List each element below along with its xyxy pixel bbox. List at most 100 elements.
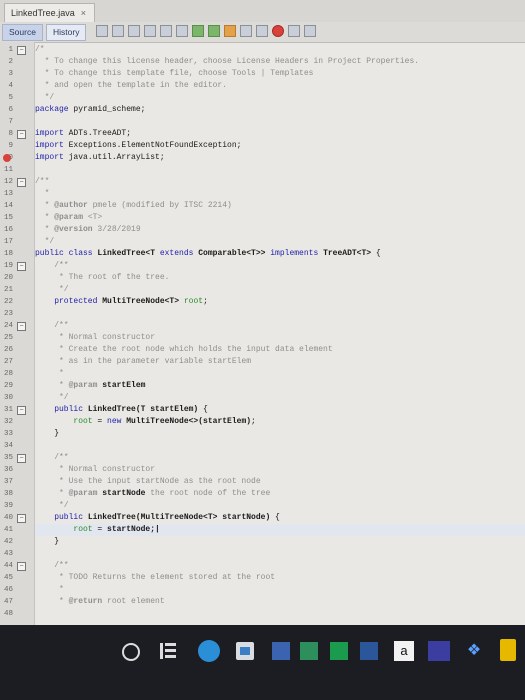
code-line[interactable]: import java.util.ArrayList; xyxy=(35,152,525,164)
code-line[interactable]: * @version 3/28/2019 xyxy=(35,224,525,236)
edge-browser-icon[interactable] xyxy=(198,640,220,662)
fold-toggle-icon[interactable]: − xyxy=(17,514,26,523)
line-number: 43 xyxy=(3,550,13,558)
code-line[interactable]: public LinkedTree(MultiTreeNode<T> start… xyxy=(35,512,525,524)
fold-toggle-icon[interactable]: − xyxy=(17,562,26,571)
code-line[interactable] xyxy=(35,440,525,452)
fold-toggle-icon[interactable]: − xyxy=(17,322,26,331)
line-number: 14 xyxy=(3,202,13,210)
fold-toggle-icon[interactable]: − xyxy=(17,46,26,55)
app-icon[interactable] xyxy=(272,642,290,660)
code-token: Comparable<T>> xyxy=(193,249,271,258)
fold-toggle-icon[interactable]: − xyxy=(17,262,26,271)
error-icon[interactable] xyxy=(3,154,11,162)
uncomment-icon[interactable] xyxy=(256,25,268,37)
code-line[interactable]: /** xyxy=(35,320,525,332)
app-icon[interactable] xyxy=(360,642,378,660)
comment-icon[interactable] xyxy=(240,25,252,37)
app-icon[interactable] xyxy=(300,642,318,660)
stop-macro-icon[interactable] xyxy=(288,25,300,37)
code-line[interactable]: * @param <T> xyxy=(35,212,525,224)
code-line[interactable]: /* xyxy=(35,44,525,56)
code-line[interactable]: */ xyxy=(35,500,525,512)
code-line[interactable]: */ xyxy=(35,284,525,296)
code-line[interactable]: * TODO Returns the element stored at the… xyxy=(35,572,525,584)
search-icon[interactable] xyxy=(128,25,140,37)
tab-linkedtree-java[interactable]: LinkedTree.java × xyxy=(4,3,95,22)
line-number: 24 xyxy=(3,322,13,330)
code-line[interactable]: /** xyxy=(35,176,525,188)
shift-right-icon[interactable] xyxy=(208,25,220,37)
code-line[interactable]: * @param startNode the root node of the … xyxy=(35,488,525,500)
code-line[interactable]: * as in the parameter variable startElem xyxy=(35,356,525,368)
code-editor[interactable]: /* * To change this license header, choo… xyxy=(35,42,525,625)
task-view-icon[interactable] xyxy=(160,643,176,659)
code-line[interactable]: */ xyxy=(35,92,525,104)
app-icon[interactable] xyxy=(330,642,348,660)
cortana-icon[interactable] xyxy=(122,643,140,661)
fold-toggle-icon[interactable]: − xyxy=(17,454,26,463)
back-icon[interactable] xyxy=(96,25,108,37)
code-line[interactable]: * @author pmele (modified by ITSC 2214) xyxy=(35,200,525,212)
code-line[interactable]: protected MultiTreeNode<T> root; xyxy=(35,296,525,308)
code-line[interactable]: * Normal constructor xyxy=(35,332,525,344)
shift-left-icon[interactable] xyxy=(192,25,204,37)
line-number: 23 xyxy=(3,310,13,318)
code-line[interactable]: * Create the root node which holds the i… xyxy=(35,344,525,356)
code-line[interactable]: /** xyxy=(35,452,525,464)
code-line[interactable]: * xyxy=(35,188,525,200)
code-line[interactable]: * Use the input startNode as the root no… xyxy=(35,476,525,488)
record-macro-icon[interactable] xyxy=(272,25,284,37)
code-line[interactable]: /** xyxy=(35,260,525,272)
code-token: /** xyxy=(35,177,50,186)
code-line[interactable] xyxy=(35,164,525,176)
source-view-button[interactable]: Source xyxy=(2,24,43,41)
history-view-button[interactable]: History xyxy=(46,24,87,41)
code-line[interactable]: * To change this template file, choose T… xyxy=(35,68,525,80)
code-line[interactable]: * @return root element xyxy=(35,596,525,608)
code-line[interactable] xyxy=(35,608,525,620)
fold-toggle-icon[interactable]: − xyxy=(17,178,26,187)
code-line[interactable]: */ xyxy=(35,236,525,248)
dropbox-icon[interactable]: ❖ xyxy=(464,641,484,661)
toggle-highlight-icon[interactable] xyxy=(176,25,188,37)
code-line[interactable] xyxy=(35,548,525,560)
code-line[interactable]: * and open the template in the editor. xyxy=(35,80,525,92)
code-line[interactable]: root = startNode;| xyxy=(35,524,525,536)
toggle-bookmark-icon[interactable] xyxy=(224,25,236,37)
code-line[interactable]: * xyxy=(35,584,525,596)
store-icon[interactable] xyxy=(236,642,254,660)
code-line[interactable] xyxy=(35,116,525,128)
fold-toggle-icon[interactable]: − xyxy=(17,130,26,139)
code-line[interactable]: import Exceptions.ElementNotFoundExcepti… xyxy=(35,140,525,152)
code-line[interactable]: * To change this license header, choose … xyxy=(35,56,525,68)
find-previous-icon[interactable] xyxy=(144,25,156,37)
code-line[interactable]: public LinkedTree(T startElem) { xyxy=(35,404,525,416)
line-number: 26 xyxy=(3,346,13,354)
line-number: 4 xyxy=(8,82,13,90)
close-icon[interactable]: × xyxy=(81,8,86,18)
code-line[interactable]: package pyramid_scheme; xyxy=(35,104,525,116)
code-line[interactable]: * Normal constructor xyxy=(35,464,525,476)
code-token: { xyxy=(198,405,208,414)
code-line[interactable]: root = new MultiTreeNode<>(startElem); xyxy=(35,416,525,428)
diff-icon[interactable] xyxy=(304,25,316,37)
line-number: 29 xyxy=(3,382,13,390)
code-line[interactable]: } xyxy=(35,428,525,440)
code-line[interactable]: /** xyxy=(35,560,525,572)
code-line[interactable]: * xyxy=(35,368,525,380)
app-icon[interactable] xyxy=(428,641,450,661)
find-next-icon[interactable] xyxy=(160,25,172,37)
code-line[interactable]: public class LinkedTree<T extends Compar… xyxy=(35,248,525,260)
code-token: root element xyxy=(102,597,165,606)
code-line[interactable] xyxy=(35,308,525,320)
code-line[interactable]: * @param startElem xyxy=(35,380,525,392)
amazon-icon[interactable]: a xyxy=(394,641,414,661)
code-line[interactable]: import ADTs.TreeADT; xyxy=(35,128,525,140)
code-line[interactable]: } xyxy=(35,536,525,548)
app-icon[interactable] xyxy=(500,639,516,661)
forward-icon[interactable] xyxy=(112,25,124,37)
fold-toggle-icon[interactable]: − xyxy=(17,406,26,415)
code-line[interactable]: * The root of the tree. xyxy=(35,272,525,284)
code-line[interactable]: */ xyxy=(35,392,525,404)
